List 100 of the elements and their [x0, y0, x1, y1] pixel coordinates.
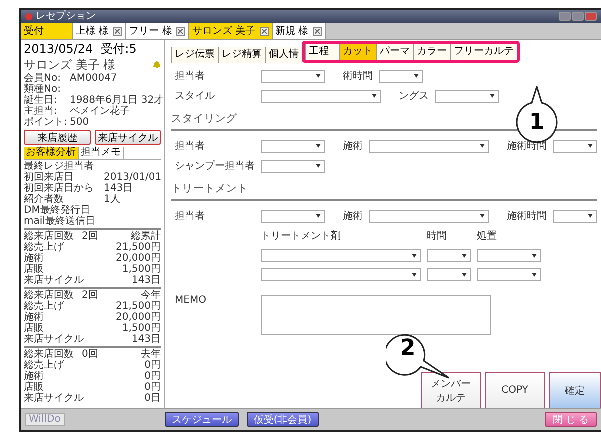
info-label: 誕生日:: [24, 95, 58, 106]
history-button[interactable]: 来店サイクル: [94, 130, 161, 145]
stat-value: 143日: [132, 334, 161, 345]
tab[interactable]: 個人情: [265, 47, 302, 63]
field-label: 施術時間: [507, 210, 547, 223]
tab[interactable]: カット: [339, 44, 376, 60]
stat-value: 20,000円: [116, 312, 161, 323]
dropdown-field[interactable]: [553, 210, 597, 222]
field-label: 担当者: [175, 210, 206, 223]
column-header: 処置: [477, 230, 498, 243]
caret-icon: [462, 272, 467, 276]
dropdown-field[interactable]: [435, 90, 499, 102]
caret-icon: [490, 94, 495, 98]
tab[interactable]: フリーカルテ: [450, 44, 517, 60]
window-title: レセプション: [36, 12, 96, 22]
stat-value: 0円: [144, 371, 161, 382]
dropdown-field[interactable]: [261, 90, 381, 102]
caret-icon: [412, 254, 417, 258]
field-label: 担当者: [175, 140, 206, 153]
dropdown-field[interactable]: [261, 140, 325, 152]
customer-tab[interactable]: サロンズ 美子: [189, 23, 273, 39]
stat-label: 店販: [24, 323, 45, 334]
tab[interactable]: レジ精算: [218, 47, 265, 63]
stat-label: 施術: [24, 312, 45, 323]
caret-icon: [316, 144, 321, 148]
dropdown-field[interactable]: [427, 249, 471, 262]
close-icon[interactable]: [312, 26, 322, 36]
dropdown-field[interactable]: [427, 268, 471, 281]
field-label: スタイル: [175, 90, 216, 103]
dropdown-field[interactable]: [379, 70, 423, 82]
caret-icon: [372, 94, 377, 98]
stat-value: 21,500円: [116, 242, 161, 253]
customer-tab[interactable]: 受付: [21, 23, 73, 39]
dropdown-field[interactable]: [477, 268, 541, 281]
tab[interactable]: カラー: [413, 44, 450, 60]
caret-icon: [316, 214, 321, 218]
caret-icon: [462, 254, 467, 258]
footer-button[interactable]: スケジュール: [164, 412, 239, 427]
dropdown-field[interactable]: [369, 210, 489, 222]
tab-label: 上様 様: [76, 24, 110, 38]
dropdown-field[interactable]: [261, 249, 421, 262]
tab[interactable]: レジ伝票: [171, 47, 218, 63]
maximize-button[interactable]: [572, 12, 584, 21]
caret-icon: [480, 214, 485, 218]
tab-label: サロンズ 美子: [192, 24, 256, 38]
stat-label: mail最終送信日: [24, 216, 96, 227]
tab[interactable]: お客様分析: [24, 147, 79, 159]
stat-label: 総来店回数: [24, 349, 75, 360]
dropdown-field[interactable]: [369, 140, 489, 152]
dropdown-field[interactable]: [477, 249, 541, 262]
footer-button[interactable]: 仮受(非会員): [246, 412, 319, 427]
stat-label: 最終レジ担当者: [24, 161, 95, 172]
close-button[interactable]: [585, 12, 597, 21]
stat-label: 来店サイクル: [24, 334, 84, 345]
field-label: MEMO: [175, 295, 208, 308]
tab[interactable]: 工程: [305, 44, 339, 60]
stat-label: 総来店回数: [24, 290, 75, 301]
stat-label: DM最終発行日: [24, 205, 92, 216]
action-button[interactable]: COPY: [485, 372, 545, 408]
customer-name: サロンズ 美子 様: [24, 57, 116, 73]
customer-tab[interactable]: 新規 様: [272, 23, 326, 39]
dropdown-field[interactable]: [261, 268, 421, 281]
stat-value: 143日: [104, 183, 134, 194]
info-value: 500: [70, 117, 90, 128]
dropdown-field[interactable]: [261, 210, 325, 222]
field-label: ングス: [399, 90, 429, 103]
stat-value: 1,500円: [122, 323, 161, 334]
dropdown-field[interactable]: [261, 70, 325, 82]
action-button[interactable]: メンバーカルテ: [421, 372, 481, 408]
info-value: AM00047: [70, 73, 118, 84]
tab-label: フリー 様: [129, 24, 172, 38]
minimize-button[interactable]: [559, 12, 571, 21]
history-button[interactable]: 来店履歴: [24, 130, 90, 145]
app-icon: [25, 12, 33, 20]
dropdown-field[interactable]: [261, 160, 325, 172]
section-title: スタイリング: [171, 111, 237, 126]
bell-icon: [153, 61, 161, 69]
stat-value: 21,500円: [116, 301, 161, 312]
stat-label: 初回来店日: [24, 172, 75, 183]
stat-value: 0円: [144, 360, 161, 371]
reception-count: 受付:5: [101, 42, 137, 57]
action-button[interactable]: 確定: [549, 372, 601, 408]
field-label: シャンプー担当者: [175, 160, 255, 173]
caret-icon: [412, 272, 417, 276]
tab[interactable]: パーマ: [376, 44, 413, 60]
field-label: 施術: [343, 140, 363, 153]
close-icon[interactable]: [176, 26, 186, 36]
stat-label: 施術: [24, 253, 45, 264]
stat-label: 総売上げ: [24, 301, 65, 312]
stat-label: 総売上げ: [24, 242, 65, 253]
close-icon[interactable]: [260, 26, 269, 36]
info-label: 会員No:: [24, 73, 62, 84]
period-label: 去年: [141, 349, 161, 360]
customer-tab[interactable]: フリー 様: [126, 23, 190, 39]
info-label: 主担当:: [24, 106, 58, 117]
dropdown-field[interactable]: [553, 140, 597, 152]
caret-icon: [532, 272, 537, 276]
tab[interactable]: 担当メモ: [79, 147, 124, 159]
customer-tab[interactable]: 上様 様: [73, 23, 126, 39]
close-icon[interactable]: [113, 26, 122, 36]
